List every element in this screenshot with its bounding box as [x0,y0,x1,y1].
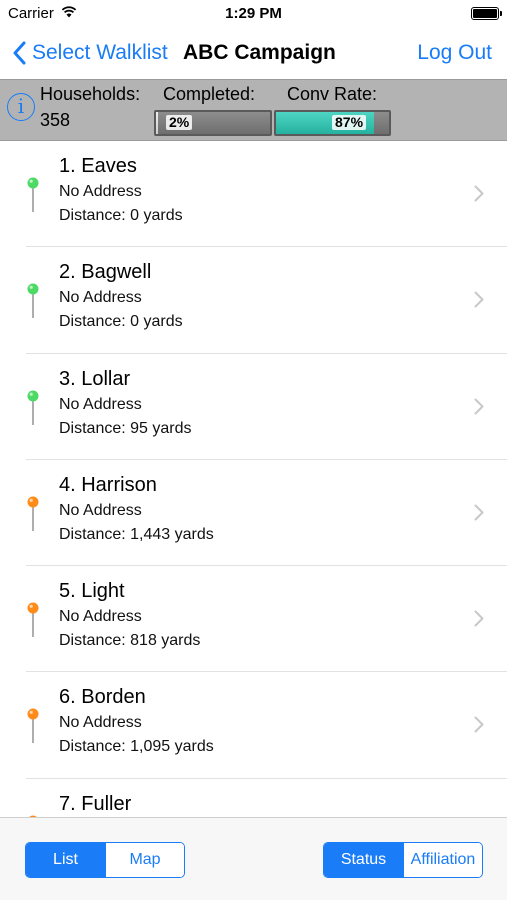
conv-rate-progress-bar: 87% [274,110,391,136]
list-view-button[interactable]: List [26,843,105,877]
map-pin-icon [27,177,39,212]
page-title: ABC Campaign [183,41,336,64]
battery-icon [471,7,502,20]
logout-button[interactable]: Log Out [417,41,492,65]
completed-percent: 2% [166,115,193,130]
household-row[interactable]: 6. Borden No Address Distance: 1,095 yar… [0,672,507,779]
households-label: Households: [40,84,141,104]
household-name: 1. Eaves [59,155,137,177]
chevron-right-icon [474,504,484,521]
household-row[interactable]: 4. Harrison No Address Distance: 1,443 y… [0,460,507,567]
clock: 1:29 PM [225,5,282,22]
chevron-left-icon [13,41,26,65]
map-pin-icon [27,708,39,744]
chevron-right-icon [474,398,484,415]
household-row[interactable]: 2. Bagwell No Address Distance: 0 yards [0,247,507,354]
map-view-button[interactable]: Map [105,843,184,877]
chevron-right-icon [474,716,484,733]
conv-rate-percent: 87% [332,115,367,130]
view-segmented-control[interactable]: List Map [25,842,185,878]
chevron-right-icon [474,610,484,627]
affiliation-filter-button[interactable]: Affiliation [403,843,482,877]
household-address: No Address [59,289,142,307]
household-distance: Distance: 0 yards [59,207,183,224]
household-distance: Distance: 1,095 yards [59,738,214,756]
completed-progress-bar: 2% [154,110,272,136]
map-pin-icon [27,390,39,425]
household-address: No Address [59,714,142,732]
household-address: No Address [59,608,142,626]
filter-segmented-control[interactable]: Status Affiliation [323,842,483,878]
map-pin-icon [27,496,39,531]
household-distance: Distance: 0 yards [59,313,183,331]
chevron-right-icon [474,291,484,308]
household-row[interactable]: 7. Fuller No Address Distance: 1,210 yar… [0,779,507,817]
status-filter-button[interactable]: Status [324,843,403,877]
household-distance: Distance: 95 yards [59,419,192,437]
info-icon[interactable]: i [7,93,35,121]
household-distance: Distance: 1,443 yards [59,525,214,543]
household-row[interactable]: 5. Light No Address Distance: 818 yards [0,566,507,673]
households-value: 358 [40,110,71,130]
household-name: 4. Harrison [59,473,157,496]
chevron-right-icon [474,185,484,202]
completed-progress-fill [156,112,159,134]
household-list[interactable]: 1. Eaves No Address Distance: 0 yards 2.… [0,141,507,817]
household-name: 5. Light [59,580,125,603]
back-button-label: Select Walklist [32,41,168,64]
household-address: No Address [59,395,142,413]
completed-label: Completed: [163,84,256,104]
household-name: 7. Fuller [59,792,132,815]
household-name: 3. Lollar [59,367,131,390]
household-row[interactable]: 3. Lollar No Address Distance: 95 yards [0,354,507,460]
map-pin-icon [27,602,39,638]
household-name: 6. Borden [59,686,146,709]
household-distance: Distance: 818 yards [59,632,201,650]
bottom-toolbar: List Map Status Affiliation [0,817,507,900]
back-button[interactable]: Select Walklist [12,38,168,68]
status-bar: Carrier 1:29 PM [0,0,507,28]
stats-bar: i Households: 358 Completed: 2% Conv Rat… [0,79,507,141]
household-row[interactable]: 1. Eaves No Address Distance: 0 yards [0,141,507,248]
map-pin-icon [27,283,39,319]
household-name: 2. Bagwell [59,261,152,284]
navigation-bar: Select Walklist ABC Campaign Log Out [0,28,507,79]
household-address: No Address [59,183,142,200]
conv-rate-label: Conv Rate: [287,84,378,104]
household-address: No Address [59,501,142,519]
